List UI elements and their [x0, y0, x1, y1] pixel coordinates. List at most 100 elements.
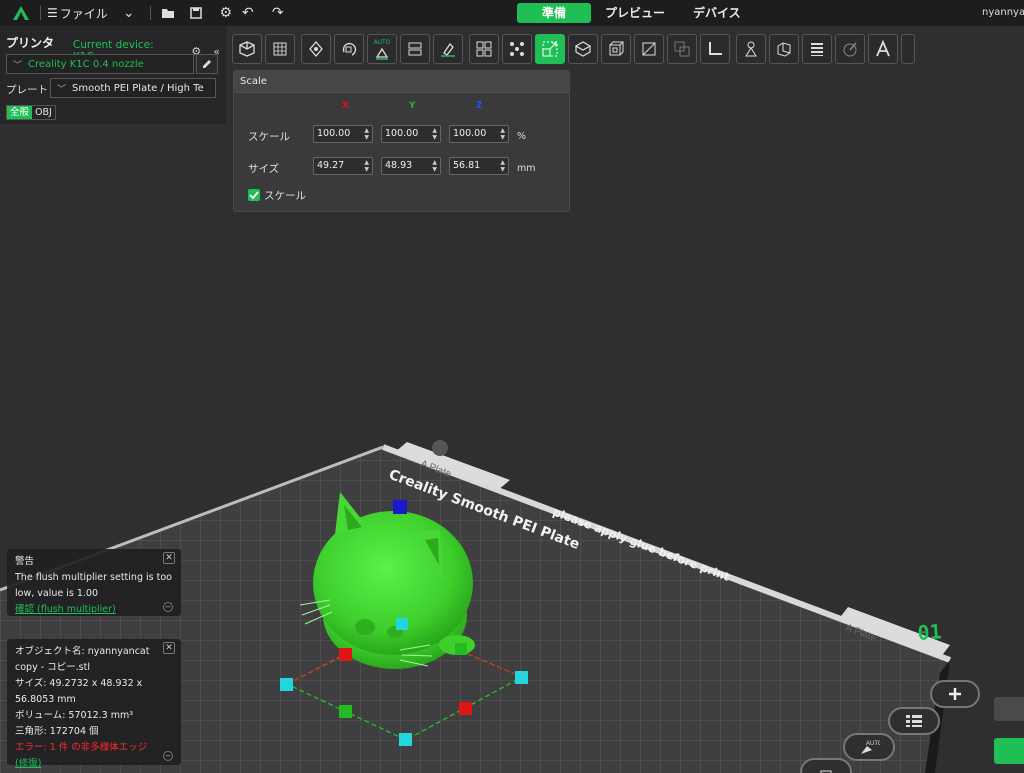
logo-icon: [8, 0, 34, 26]
edit-printer-button[interactable]: [196, 54, 218, 74]
redo-icon[interactable]: ↷: [267, 2, 289, 24]
warning-title: 警告: [15, 556, 35, 567]
close-icon[interactable]: ✕: [163, 552, 175, 564]
chevron-down-icon[interactable]: ⌄: [118, 2, 140, 24]
tab-device[interactable]: デバイス: [679, 3, 755, 23]
plate-label: プレート: [6, 84, 48, 96]
edit-toolbar: AUTO: [232, 34, 915, 64]
scale-icon[interactable]: [535, 34, 565, 64]
mode-obj[interactable]: OBJ: [32, 106, 55, 119]
scale-unit: %: [517, 131, 527, 142]
plate-select[interactable]: ﹀ Smooth PEI Plate / High Te: [50, 78, 216, 98]
username[interactable]: nyannyan: [982, 7, 1024, 18]
object-size-line1: サイズ: 49.2732 x 48.932 x: [15, 678, 143, 689]
scale-panel: Scale X Y Z スケール 100.00 ▲ ▼ 100.00 ▲ ▼ 100.0…: [233, 70, 570, 212]
repair-link[interactable]: (修復): [15, 756, 173, 772]
auto-arrange-icon: AUTO: [861, 741, 880, 754]
split-plate-icon[interactable]: [400, 34, 430, 64]
text-icon[interactable]: [868, 34, 898, 64]
hamburger-icon: ☰: [47, 6, 58, 20]
minimize-icon[interactable]: −: [163, 602, 173, 612]
warning-line2: low, value is 1.00: [15, 588, 98, 599]
auto-orient-icon[interactable]: AUTO: [367, 34, 397, 64]
object-size-line2: 56.8053 mm: [15, 694, 76, 705]
boolean-icon[interactable]: [634, 34, 664, 64]
variable-layer-icon[interactable]: [469, 34, 499, 64]
support-paint-icon[interactable]: [433, 34, 463, 64]
object-info-notification: オブジェクト名: nyannyancat copy - コピー.stl サイズ:…: [7, 639, 181, 769]
top-bar: ☰ ファイル ⌄ ⚙ ↶ ↷ 準備 プレビュー デバイス nyannyan: [0, 0, 1024, 26]
warning-line1: The flush multiplier setting is too: [15, 572, 172, 583]
seam-icon[interactable]: [769, 34, 799, 64]
printer-panel: プリンター Current device: K1C-... ⚙ « ﹀ Crea…: [0, 26, 226, 124]
close-icon[interactable]: ✕: [163, 642, 175, 654]
undo-icon[interactable]: ↶: [237, 2, 259, 24]
size-unit: mm: [517, 163, 536, 174]
file-menu[interactable]: ☰ ファイル: [47, 5, 108, 22]
scale-x-input[interactable]: 100.00 ▲ ▼: [313, 125, 373, 143]
side-panel-tab[interactable]: [994, 697, 1024, 721]
main-tabs: 準備 プレビュー デバイス: [517, 3, 755, 23]
add-cube-icon[interactable]: [232, 34, 262, 64]
move-icon[interactable]: [502, 34, 532, 64]
gear-icon[interactable]: ⚙: [215, 2, 237, 24]
add-plate-button[interactable]: [930, 680, 980, 708]
printer-select[interactable]: ﹀ Creality K1C 0.4 nozzle: [6, 54, 194, 74]
axis-x-label: X: [342, 101, 349, 111]
tab-prepare[interactable]: 準備: [517, 3, 591, 23]
mode-all[interactable]: 全般: [7, 106, 33, 119]
scale-row-label: スケール: [248, 131, 290, 143]
slice-button[interactable]: [994, 738, 1024, 764]
object-name-line1: オブジェクト名: nyannyancat: [15, 646, 150, 657]
size-z-input[interactable]: 56.81 ▲ ▼: [449, 157, 509, 175]
chevron-down-icon: ﹀: [57, 84, 67, 95]
size-row-label: サイズ: [248, 163, 280, 175]
plate-settings-button[interactable]: [888, 707, 940, 735]
cut-icon[interactable]: [568, 34, 598, 64]
stepper-icon: ▲ ▼: [364, 127, 369, 141]
list-icon: [906, 715, 922, 727]
warning-link[interactable]: 確認 (flush multiplier): [15, 602, 173, 618]
scale-y-input[interactable]: 100.00 ▲ ▼: [381, 125, 441, 143]
auto-arrange-button[interactable]: AUTO: [843, 733, 895, 761]
file-menu-label: ファイル: [59, 6, 108, 21]
uniform-scale-checkbox[interactable]: [248, 189, 260, 201]
plus-icon: [949, 688, 961, 700]
object-volume: ボリューム: 57012.3 mm³: [15, 710, 134, 721]
save-icon[interactable]: [185, 2, 207, 24]
scale-z-input[interactable]: 100.00 ▲ ▼: [449, 125, 509, 143]
app-window: A Plate A Plate 01 Creality Smooth PEI P…: [0, 0, 1024, 773]
settings-mode-toggle: 全般 OBJ: [6, 105, 56, 120]
tab-preview[interactable]: プレビュー: [591, 3, 679, 23]
rotate-place-icon[interactable]: [334, 34, 364, 64]
size-x-input[interactable]: 49.27 ▲ ▼: [313, 157, 373, 175]
add-plate-icon[interactable]: [265, 34, 295, 64]
uniform-scale-label: スケール: [264, 190, 306, 202]
axis-z-label: Z: [476, 101, 483, 111]
warning-notification: 警告 The flush multiplier setting is too l…: [7, 549, 181, 616]
arrange-icon[interactable]: [301, 34, 331, 64]
stepper-icon: ▲ ▼: [500, 159, 505, 173]
lock-plate-button[interactable]: [800, 758, 852, 773]
check-icon: [249, 191, 259, 200]
hollow-icon[interactable]: [601, 34, 631, 64]
lock-icon: [820, 770, 832, 773]
measure-icon[interactable]: [700, 34, 730, 64]
plate-settings-icon[interactable]: [432, 440, 448, 456]
more-icon[interactable]: [901, 34, 915, 64]
stepper-icon: ▲ ▼: [432, 159, 437, 173]
paint-icon[interactable]: [835, 34, 865, 64]
minimize-icon[interactable]: −: [163, 751, 173, 761]
stepper-icon: ▲ ▼: [500, 127, 505, 141]
axis-y-label: Y: [409, 101, 416, 111]
object-triangles: 三角形: 172704 個: [15, 726, 99, 737]
plate-number: 01: [917, 619, 943, 645]
support-icon[interactable]: [736, 34, 766, 64]
folder-icon[interactable]: [157, 2, 179, 24]
stepper-icon: ▲ ▼: [432, 127, 437, 141]
stepper-icon: ▲ ▼: [364, 159, 369, 173]
layers-icon[interactable]: [802, 34, 832, 64]
size-y-input[interactable]: 48.93 ▲ ▼: [381, 157, 441, 175]
object-error: エラー: 1 件 の非多様体エッジ: [15, 742, 148, 753]
mirror-icon[interactable]: [667, 34, 697, 64]
